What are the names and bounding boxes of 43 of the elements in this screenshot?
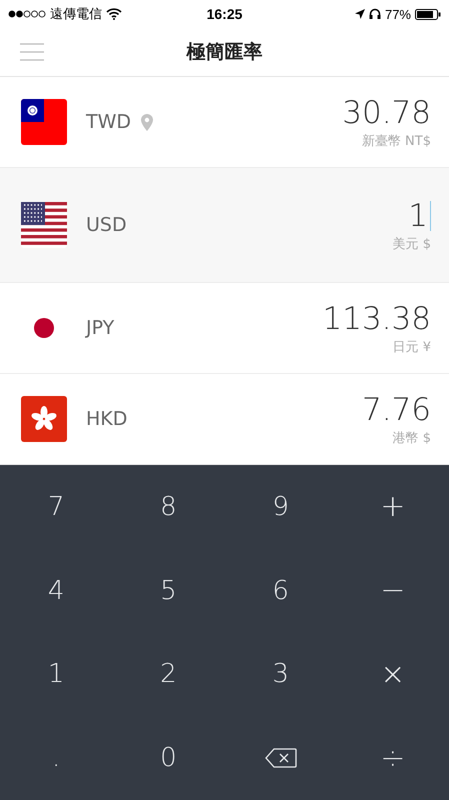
keypad-key[interactable]: 0 [132,732,204,784]
keypad-key[interactable]: 1 [20,648,92,700]
flag-icon [21,99,67,145]
headphones-icon [368,8,381,20]
currency-name: 美元 $ [392,236,431,252]
currency-name: 新臺幣 NT$ [362,132,431,150]
text-cursor [430,200,431,230]
keypad-key[interactable]: 6 [244,564,317,616]
keypad-key[interactable]: 4 [20,564,92,616]
menu-icon [20,43,44,61]
clock-time: 16:25 [206,6,242,22]
operator-key[interactable]: + [356,481,429,533]
currency-code: JPY [86,317,114,339]
keypad-key[interactable]: 7 [20,481,92,533]
currency-name: 日元 ¥ [392,338,431,356]
keypad-key[interactable]: 8 [132,481,204,533]
keypad-key[interactable]: 3 [244,648,317,700]
currency-code: USD [86,214,127,236]
keypad-key[interactable]: . [20,732,92,784]
operator-key[interactable]: × [356,648,429,700]
carrier-name: 遠傳電信 [50,5,102,23]
amount-value: 7.76 [362,392,431,428]
amount-value: 30.78 [342,94,431,130]
currency-row[interactable]: USD 1 美元 $ [0,168,449,283]
flag-icon [21,202,67,248]
flag-icon [21,396,67,442]
keypad-key[interactable]: 2 [132,648,204,700]
battery-icon [415,8,441,20]
location-arrow-icon [354,9,365,19]
backspace-icon [264,748,297,768]
operator-key[interactable]: − [356,564,429,616]
amount-value: 1 [408,198,428,234]
battery-percentage: 77% [384,6,411,22]
currency-name: 港幣 $ [392,430,431,446]
signal-icon [8,10,46,18]
currency-code: TWD [86,111,132,133]
operator-key[interactable]: ÷ [356,732,429,784]
keypad-key[interactable]: 5 [132,564,204,616]
currency-code: HKD [86,408,128,430]
app-title: 極簡匯率 [186,41,262,63]
wifi-icon [106,8,122,20]
keypad-key[interactable]: 9 [244,481,317,533]
amount-value: 113.38 [322,300,431,336]
